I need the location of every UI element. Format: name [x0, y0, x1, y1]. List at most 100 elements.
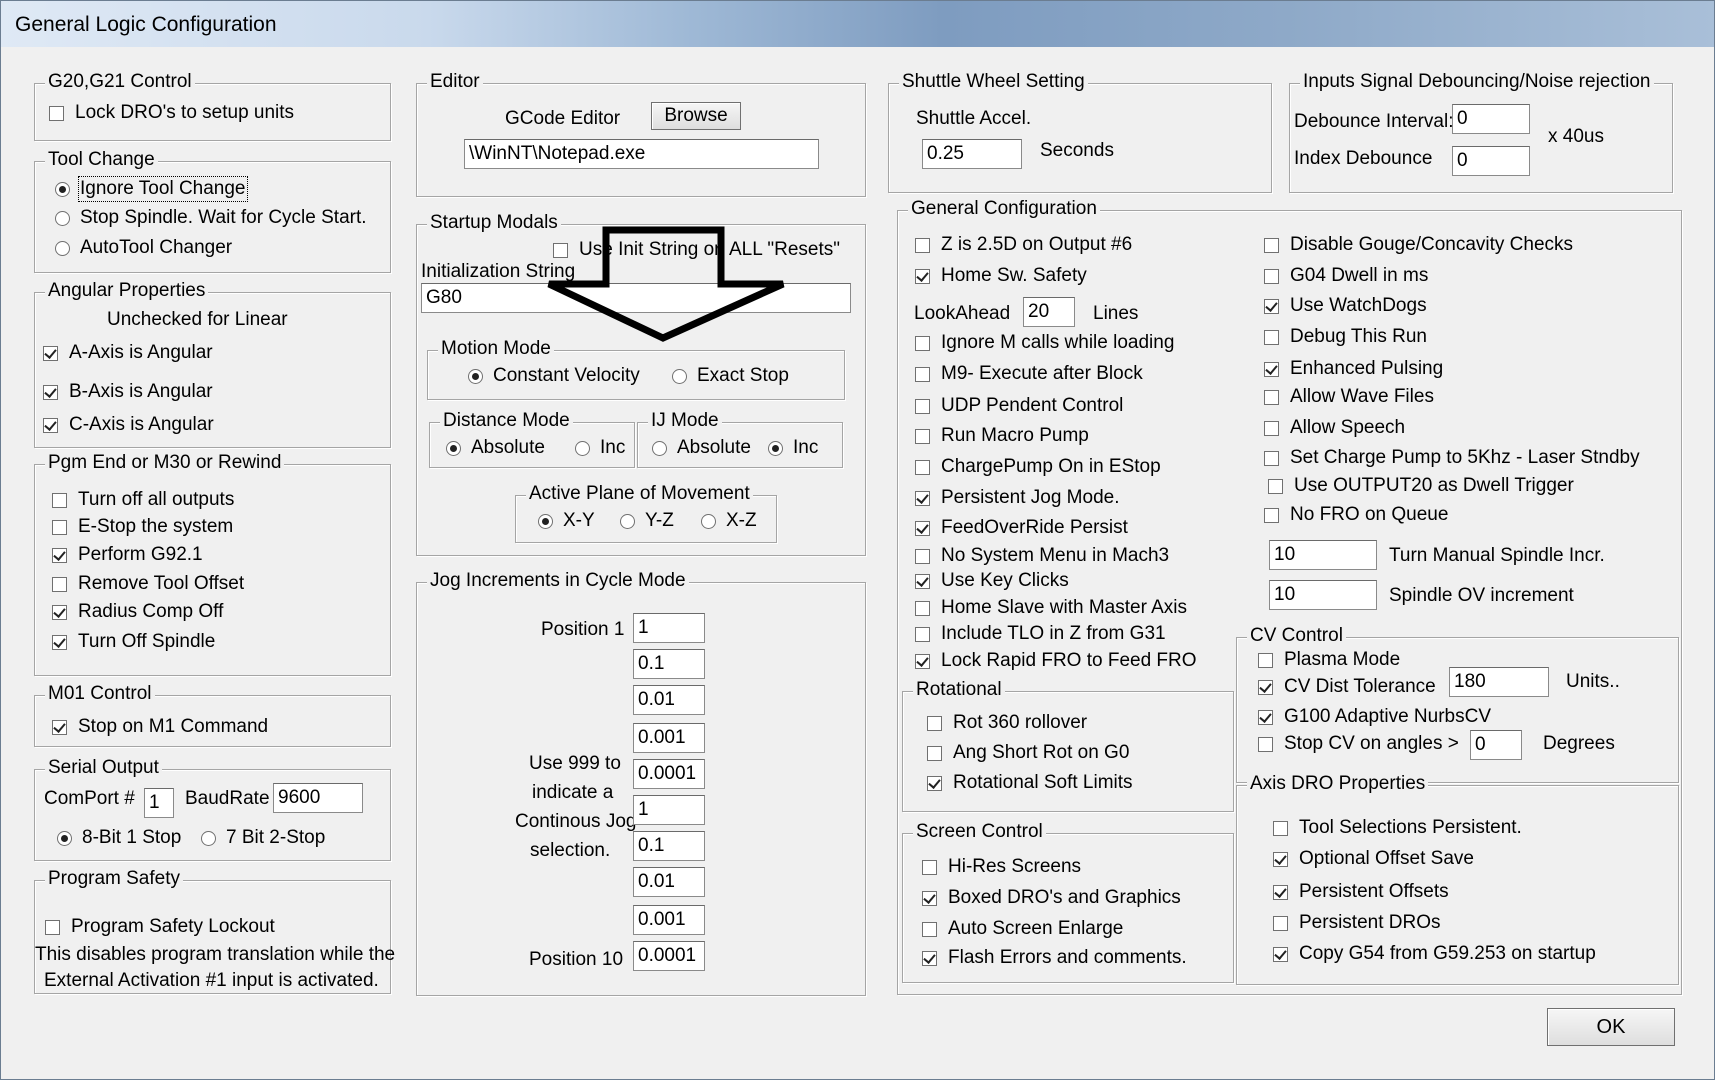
- include-tlo-checkbox[interactable]: Include TLO in Z from G31: [915, 623, 1166, 645]
- index-debounce-input[interactable]: 0: [1452, 146, 1530, 176]
- radio-autotool-changer[interactable]: AutoTool Changer: [55, 237, 232, 259]
- b-axis-angular-checkbox[interactable]: B-Axis is Angular: [43, 381, 213, 403]
- comport-input[interactable]: 1: [144, 788, 174, 818]
- perform-g92-checkbox[interactable]: Perform G92.1: [52, 544, 203, 566]
- radius-comp-off-checkbox[interactable]: Radius Comp Off: [52, 601, 223, 623]
- enhanced-pulsing-checkbox[interactable]: Enhanced Pulsing: [1264, 358, 1443, 380]
- plasma-mode-checkbox[interactable]: Plasma Mode: [1258, 649, 1400, 671]
- estop-system-checkbox[interactable]: E-Stop the system: [52, 516, 233, 538]
- use-key-clicks-checkbox[interactable]: Use Key Clicks: [915, 570, 1069, 592]
- debounce-interval-label: Debounce Interval:: [1294, 111, 1454, 132]
- no-system-menu-checkbox[interactable]: No System Menu in Mach3: [915, 545, 1169, 567]
- jog-note-2: indicate a: [532, 782, 614, 803]
- use-watchdogs-checkbox[interactable]: Use WatchDogs: [1264, 295, 1427, 317]
- radio-exact-stop[interactable]: Exact Stop: [672, 365, 789, 387]
- radio-ignore-tool-change[interactable]: Ignore Tool Change: [55, 176, 248, 202]
- radio-distance-absolute[interactable]: Absolute: [446, 437, 545, 459]
- tool-selections-persistent-checkbox[interactable]: Tool Selections Persistent.: [1273, 817, 1522, 839]
- turn-off-spindle-checkbox[interactable]: Turn Off Spindle: [52, 631, 215, 653]
- browse-button[interactable]: Browse: [651, 102, 741, 130]
- z-25d-checkbox[interactable]: Z is 2.5D on Output #6: [915, 234, 1132, 256]
- m9-execute-checkbox[interactable]: M9- Execute after Block: [915, 363, 1143, 385]
- radio-constant-velocity[interactable]: Constant Velocity: [468, 365, 640, 387]
- stop-on-m1-checkbox[interactable]: Stop on M1 Command: [52, 716, 268, 738]
- cv-dist-tolerance-input[interactable]: 180: [1449, 667, 1549, 697]
- jog-position-6-input[interactable]: 1: [633, 795, 705, 825]
- boxed-dros-checkbox[interactable]: Boxed DRO's and Graphics: [922, 887, 1181, 909]
- allow-wave-files-checkbox[interactable]: Allow Wave Files: [1264, 386, 1434, 408]
- auto-screen-enlarge-checkbox[interactable]: Auto Screen Enlarge: [922, 918, 1123, 940]
- title-bar[interactable]: General Logic Configuration: [1, 1, 1714, 47]
- feedoverride-persist-checkbox[interactable]: FeedOverRide Persist: [915, 517, 1128, 539]
- radio-plane-xy[interactable]: X-Y: [538, 510, 595, 532]
- lock-dro-checkbox[interactable]: Lock DRO's to setup units: [49, 102, 294, 124]
- spindle-ov-input[interactable]: 10: [1269, 580, 1377, 610]
- run-macro-pump-checkbox[interactable]: Run Macro Pump: [915, 425, 1089, 447]
- shuttle-accel-input[interactable]: 0.25: [922, 139, 1022, 169]
- remove-tool-offset-checkbox[interactable]: Remove Tool Offset: [52, 573, 244, 595]
- cv-angle-input[interactable]: 0: [1470, 730, 1522, 760]
- udp-pendent-checkbox[interactable]: UDP Pendent Control: [915, 395, 1123, 417]
- jog-position-3-input[interactable]: 0.01: [633, 685, 705, 715]
- copy-g54-checkbox[interactable]: Copy G54 from G59.253 on startup: [1273, 943, 1596, 965]
- disable-gouge-checkbox[interactable]: Disable Gouge/Concavity Checks: [1264, 234, 1573, 256]
- stop-cv-angles-checkbox[interactable]: Stop CV on angles >: [1258, 733, 1459, 755]
- position-10-label: Position 10: [529, 949, 624, 970]
- hi-res-screens-checkbox[interactable]: Hi-Res Screens: [922, 856, 1081, 878]
- persistent-dros-checkbox[interactable]: Persistent DROs: [1273, 912, 1440, 934]
- jog-position-1-input[interactable]: 1: [633, 613, 705, 643]
- persistent-jog-checkbox[interactable]: Persistent Jog Mode.: [915, 487, 1119, 509]
- flash-errors-checkbox[interactable]: Flash Errors and comments.: [922, 947, 1187, 969]
- safety-description-2: External Activation #1 input is activate…: [44, 970, 379, 991]
- jog-position-9-input[interactable]: 0.001: [633, 905, 705, 935]
- radio-stop-spindle[interactable]: Stop Spindle. Wait for Cycle Start.: [55, 207, 367, 229]
- group-serial-output: Serial Output ComPort # 1 BaudRate 9600 …: [34, 757, 391, 861]
- radio-8bit-1stop[interactable]: 8-Bit 1 Stop: [57, 827, 181, 849]
- jog-position-2-input[interactable]: 0.1: [633, 649, 705, 679]
- gcode-editor-label: GCode Editor: [505, 108, 621, 129]
- ok-button[interactable]: OK: [1547, 1008, 1675, 1046]
- jog-position-10-input[interactable]: 0.0001: [633, 941, 705, 971]
- radio-ij-inc[interactable]: Inc: [768, 437, 818, 459]
- editor-path-input[interactable]: \WinNT\Notepad.exe: [464, 139, 819, 169]
- use-output20-checkbox[interactable]: Use OUTPUT20 as Dwell Trigger: [1268, 475, 1574, 497]
- rotational-soft-limits-checkbox[interactable]: Rotational Soft Limits: [927, 772, 1133, 794]
- program-safety-lockout-checkbox[interactable]: Program Safety Lockout: [45, 916, 275, 938]
- debounce-interval-input[interactable]: 0: [1452, 104, 1530, 134]
- position-1-label: Position 1: [541, 619, 625, 640]
- lock-rapid-fro-checkbox[interactable]: Lock Rapid FRO to Feed FRO: [915, 650, 1197, 672]
- turn-off-outputs-checkbox[interactable]: Turn off all outputs: [52, 489, 234, 511]
- radio-ij-absolute[interactable]: Absolute: [652, 437, 751, 459]
- no-fro-on-queue-checkbox[interactable]: No FRO on Queue: [1264, 504, 1448, 526]
- g100-nurbs-checkbox[interactable]: G100 Adaptive NurbsCV: [1258, 706, 1491, 728]
- radio-plane-xz[interactable]: X-Z: [701, 510, 757, 532]
- debug-this-run-checkbox[interactable]: Debug This Run: [1264, 326, 1427, 348]
- checkbox-box[interactable]: [49, 105, 64, 121]
- persistent-offsets-checkbox[interactable]: Persistent Offsets: [1273, 881, 1449, 903]
- ang-short-rot-checkbox[interactable]: Ang Short Rot on G0: [927, 742, 1129, 764]
- cv-dist-tolerance-checkbox[interactable]: CV Dist Tolerance: [1258, 676, 1436, 698]
- home-safety-checkbox[interactable]: Home Sw. Safety: [915, 265, 1087, 287]
- a-axis-angular-checkbox[interactable]: A-Axis is Angular: [43, 342, 213, 364]
- g04-dwell-ms-checkbox[interactable]: G04 Dwell in ms: [1264, 265, 1428, 287]
- jog-position-7-input[interactable]: 0.1: [633, 831, 705, 861]
- radio-distance-inc[interactable]: Inc: [575, 437, 625, 459]
- lookahead-input[interactable]: 20: [1023, 297, 1075, 327]
- radio-7bit-2stop[interactable]: 7 Bit 2-Stop: [201, 827, 325, 849]
- jog-position-5-input[interactable]: 0.0001: [633, 759, 705, 789]
- group-legend: Screen Control: [913, 821, 1046, 843]
- allow-speech-checkbox[interactable]: Allow Speech: [1264, 417, 1405, 439]
- group-legend: Pgm End or M30 or Rewind: [45, 452, 285, 474]
- c-axis-angular-checkbox[interactable]: C-Axis is Angular: [43, 414, 214, 436]
- jog-position-8-input[interactable]: 0.01: [633, 867, 705, 897]
- baudrate-input[interactable]: 9600: [273, 783, 363, 813]
- home-slave-checkbox[interactable]: Home Slave with Master Axis: [915, 597, 1187, 619]
- radio-plane-yz[interactable]: Y-Z: [620, 510, 674, 532]
- charge-pump-5khz-checkbox[interactable]: Set Charge Pump to 5Khz - Laser Stndby: [1264, 447, 1640, 469]
- jog-position-4-input[interactable]: 0.001: [633, 723, 705, 753]
- chargepump-estop-checkbox[interactable]: ChargePump On in EStop: [915, 456, 1161, 478]
- ignore-m-calls-checkbox[interactable]: Ignore M calls while loading: [915, 332, 1174, 354]
- spindle-incr-input[interactable]: 10: [1269, 540, 1377, 570]
- rot-360-rollover-checkbox[interactable]: Rot 360 rollover: [927, 712, 1087, 734]
- optional-offset-save-checkbox[interactable]: Optional Offset Save: [1273, 848, 1474, 870]
